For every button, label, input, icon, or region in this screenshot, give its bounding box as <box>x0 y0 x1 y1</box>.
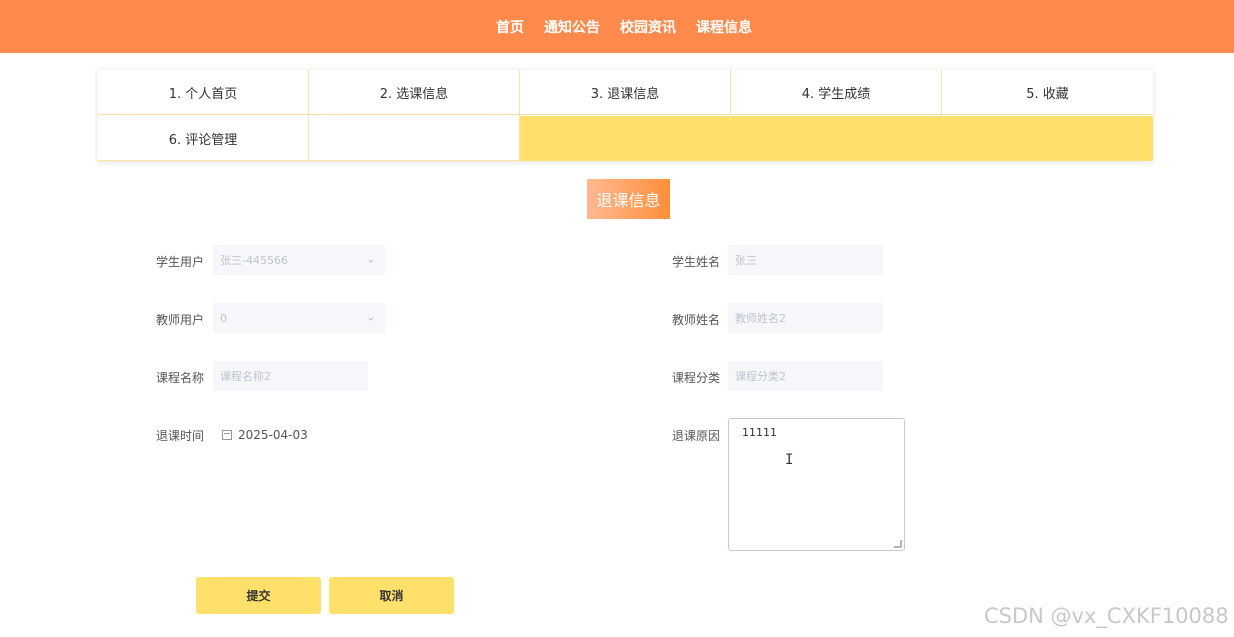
page-title: 退课信息 <box>596 191 661 210</box>
nav-home[interactable]: 首页 <box>496 17 524 37</box>
nav-campus-news[interactable]: 校园资讯 <box>620 17 676 37</box>
student-user-select[interactable]: 张三-445566 ⌄ <box>213 245 385 275</box>
course-name-label: 课程名称 <box>156 371 205 385</box>
tab-comment-management[interactable]: 6. 评论管理 <box>98 116 309 161</box>
nav-course-info[interactable]: 课程信息 <box>696 17 752 37</box>
teacher-name-label: 教师姓名 <box>672 313 721 327</box>
submit-button[interactable]: 提交 <box>196 577 321 614</box>
teacher-user-label: 教师用户 <box>156 313 205 327</box>
teacher-name-field[interactable]: 教师姓名2 <box>728 303 883 333</box>
personal-center-tabs: 1. 个人首页 2. 选课信息 3. 退课信息 4. 学生成绩 5. 收藏 6.… <box>98 70 1153 161</box>
teacher-user-select[interactable]: 0 ⌄ <box>213 303 385 333</box>
course-name-field[interactable]: 课程名称2 <box>213 361 368 391</box>
tab-favorites[interactable]: 5. 收藏 <box>942 70 1153 115</box>
teacher-user-value: 0 <box>220 311 227 325</box>
withdraw-time-value: 2025-04-03 <box>238 428 308 442</box>
tab-student-grades[interactable]: 4. 学生成绩 <box>731 70 942 115</box>
nav-notices[interactable]: 通知公告 <box>544 17 600 37</box>
tab-personal-home[interactable]: 1. 个人首页 <box>98 70 309 115</box>
course-category-value: 课程分类2 <box>735 370 786 383</box>
calendar-icon <box>222 430 232 440</box>
withdraw-time-label: 退课时间 <box>156 429 205 443</box>
watermark: CSDN @vx_CXKF10088 <box>984 604 1229 628</box>
chevron-down-icon: ⌄ <box>366 312 375 324</box>
student-name-field[interactable]: 张三 <box>728 245 883 275</box>
tab-empty-cell <box>309 116 520 161</box>
course-name-value: 课程名称2 <box>220 370 271 383</box>
top-navigation-bar: 首页 通知公告 校园资讯 课程信息 <box>0 0 1234 53</box>
chevron-down-icon: ⌄ <box>366 254 375 266</box>
course-category-label: 课程分类 <box>672 371 721 385</box>
withdraw-reason-value: 11111 <box>742 426 777 439</box>
student-name-value: 张三 <box>735 254 757 267</box>
teacher-name-value: 教师姓名2 <box>735 312 786 325</box>
page-title-box: 退课信息 <box>587 179 670 219</box>
cancel-button[interactable]: 取消 <box>329 577 454 614</box>
student-name-label: 学生姓名 <box>672 255 721 269</box>
tab-fill-area <box>520 116 1153 161</box>
course-category-field[interactable]: 课程分类2 <box>728 361 883 391</box>
student-user-value: 张三-445566 <box>220 254 288 267</box>
withdraw-date-picker[interactable]: 2025-04-03 <box>222 428 308 442</box>
resize-handle-icon[interactable] <box>893 540 903 548</box>
withdraw-reason-label: 退课原因 <box>672 429 721 443</box>
tab-course-withdrawal[interactable]: 3. 退课信息 <box>520 70 731 115</box>
tab-course-selection[interactable]: 2. 选课信息 <box>309 70 520 115</box>
text-cursor-icon: I <box>785 452 794 468</box>
withdraw-reason-textarea[interactable]: 11111 <box>728 418 905 551</box>
student-user-label: 学生用户 <box>156 255 205 269</box>
